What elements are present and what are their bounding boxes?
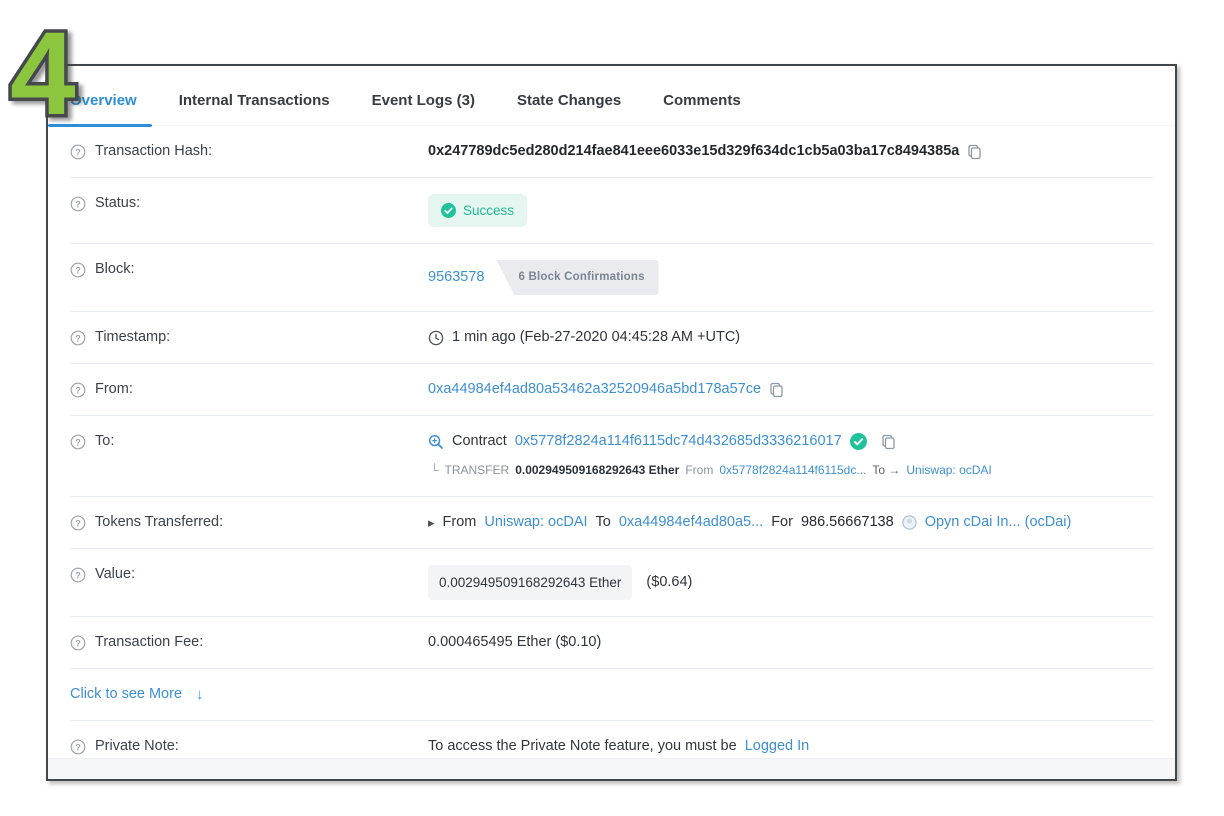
to-label: To: xyxy=(95,432,114,451)
svg-text:?: ? xyxy=(75,333,81,343)
help-icon[interactable]: ? xyxy=(70,635,86,651)
row-tokens-transferred: ? Tokens Transferred: ▸ From Uniswap: oc… xyxy=(70,497,1153,549)
row-see-more: Click to see More ↓ xyxy=(70,669,1153,721)
card-footer xyxy=(48,758,1175,779)
token-to-address-link[interactable]: 0xa44984ef4ad80a5... xyxy=(619,513,763,532)
transaction-hash-label: Transaction Hash: xyxy=(95,142,212,161)
arrow-down-icon: ↓ xyxy=(196,685,204,704)
row-block: ? Block: 9563578 6 Block Confirmations xyxy=(70,244,1153,312)
row-status: ? Status: Success xyxy=(70,178,1153,244)
tab-internal-transactions[interactable]: Internal Transactions xyxy=(179,92,330,109)
caret-right-icon[interactable]: ▸ xyxy=(428,516,435,529)
tab-bar: Overview Internal Transactions Event Log… xyxy=(48,66,1175,126)
token-logo-icon xyxy=(902,515,917,530)
transaction-fee-label: Transaction Fee: xyxy=(95,633,203,652)
row-label: ? Transaction Hash: xyxy=(70,142,428,161)
see-more-text: Click to see More xyxy=(70,685,182,704)
see-more-link[interactable]: Click to see More ↓ xyxy=(70,685,204,704)
svg-text:?: ? xyxy=(75,199,81,209)
svg-text:?: ? xyxy=(75,518,81,528)
tab-event-logs[interactable]: Event Logs (3) xyxy=(372,92,475,109)
help-icon[interactable]: ? xyxy=(70,262,86,278)
block-label: Block: xyxy=(95,260,135,279)
branch-icon: └ xyxy=(430,461,439,480)
transfer-to-name-link[interactable]: Uniswap: ocDAI xyxy=(906,461,991,480)
help-icon[interactable]: ? xyxy=(70,567,86,583)
token-from-word: From xyxy=(443,513,477,532)
svg-text:?: ? xyxy=(75,265,81,275)
svg-text:?: ? xyxy=(75,742,81,752)
block-confirmations-badge: 6 Block Confirmations xyxy=(496,260,658,295)
tokens-transferred-label: Tokens Transferred: xyxy=(95,513,223,532)
token-for-word: For xyxy=(771,513,793,532)
from-address-link[interactable]: 0xa44984ef4ad80a53462a32520946a5bd178a57… xyxy=(428,380,761,399)
row-transaction-hash: ? Transaction Hash: 0x247789dc5ed280d214… xyxy=(70,126,1153,178)
timestamp-value: 1 min ago (Feb-27-2020 04:45:28 AM +UTC) xyxy=(452,328,740,347)
help-icon[interactable]: ? xyxy=(70,144,86,160)
help-icon[interactable]: ? xyxy=(70,739,86,755)
row-timestamp: ? Timestamp: 1 min ago (Feb-27-2020 04:4… xyxy=(70,312,1153,364)
check-circle-icon xyxy=(441,203,456,218)
value-label: Value: xyxy=(95,565,135,584)
copy-icon[interactable] xyxy=(967,144,982,160)
verified-check-icon xyxy=(850,433,867,450)
status-badge: Success xyxy=(428,194,527,227)
svg-text:?: ? xyxy=(75,570,81,580)
help-icon[interactable]: ? xyxy=(70,515,86,531)
status-text: Success xyxy=(463,201,514,220)
value-amount-badge: 0.002949509168292643 Ether xyxy=(428,565,632,600)
tab-state-changes[interactable]: State Changes xyxy=(517,92,621,109)
row-value: ? Value: 0.002949509168292643 Ether ($0.… xyxy=(70,549,1153,617)
svg-text:?: ? xyxy=(75,437,81,447)
svg-text:4: 4 xyxy=(10,8,76,136)
to-contract-address-link[interactable]: 0x5778f2824a114f6115dc74d432685d33362160… xyxy=(515,432,842,451)
zoom-in-icon[interactable] xyxy=(428,434,444,450)
clock-icon xyxy=(428,330,444,346)
private-note-label: Private Note: xyxy=(95,737,179,756)
svg-text:?: ? xyxy=(75,385,81,395)
token-amount: 986.56667138 xyxy=(801,513,894,532)
private-note-text: To access the Private Note feature, you … xyxy=(428,737,737,756)
block-number-link[interactable]: 9563578 xyxy=(428,268,484,287)
logged-in-link[interactable]: Logged In xyxy=(745,737,810,756)
help-icon[interactable]: ? xyxy=(70,330,86,346)
svg-text:?: ? xyxy=(75,147,81,157)
token-name-link[interactable]: Opyn cDai In... (ocDai) xyxy=(925,513,1072,532)
transfer-from-address-link[interactable]: 0x5778f2824a114f6115dc... xyxy=(719,461,866,480)
transaction-hash-value: 0x247789dc5ed280d214fae841eee6033e15d329… xyxy=(428,142,959,161)
row-to: ? To: Contract 0x5778f2824a114f6115dc74d… xyxy=(70,416,1153,497)
transfer-prefix: TRANSFER xyxy=(445,461,510,480)
copy-icon[interactable] xyxy=(881,434,896,450)
from-label: From: xyxy=(95,380,133,399)
value-usd: ($0.64) xyxy=(646,573,692,592)
status-label: Status: xyxy=(95,194,140,213)
help-icon[interactable]: ? xyxy=(70,382,86,398)
help-icon[interactable]: ? xyxy=(70,434,86,450)
copy-icon[interactable] xyxy=(769,382,784,398)
transfer-amount: 0.002949509168292643 Ether xyxy=(515,461,679,480)
token-to-word: To xyxy=(596,513,611,532)
transfer-from-word: From xyxy=(685,461,713,480)
row-transaction-fee: ? Transaction Fee: 0.000465495 Ether ($0… xyxy=(70,617,1153,669)
help-icon[interactable]: ? xyxy=(70,196,86,212)
contract-word: Contract xyxy=(452,432,507,451)
annotation-number-4: 4 xyxy=(6,8,106,141)
timestamp-label: Timestamp: xyxy=(95,328,170,347)
tab-comments[interactable]: Comments xyxy=(663,92,741,109)
transaction-detail-card: Overview Internal Transactions Event Log… xyxy=(46,64,1177,781)
row-from: ? From: 0xa44984ef4ad80a53462a32520946a5… xyxy=(70,364,1153,416)
token-from-name-link[interactable]: Uniswap: ocDAI xyxy=(484,513,587,532)
svg-text:?: ? xyxy=(75,638,81,648)
transaction-fee-value: 0.000465495 Ether ($0.10) xyxy=(428,633,601,652)
transfer-to-word: To → xyxy=(872,461,900,480)
